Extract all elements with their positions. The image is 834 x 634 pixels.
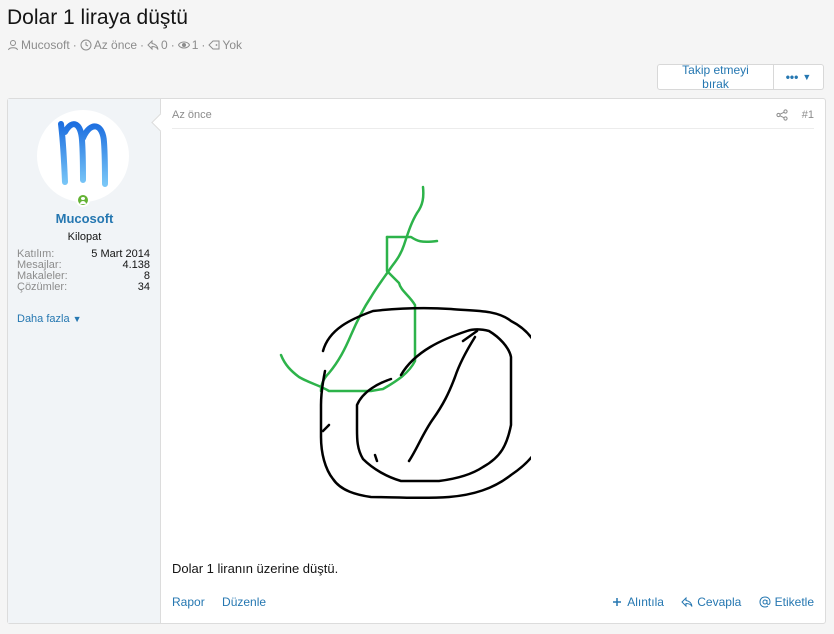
- post-number[interactable]: #1: [802, 109, 814, 121]
- online-status-icon: [76, 193, 90, 207]
- at-icon: [759, 596, 771, 608]
- post-main: Az önce #1 Dolar 1 liranın üzerine düştü…: [161, 99, 825, 623]
- thread-meta: Mucosoft · Az önce · 0 · 1 · Yok: [7, 38, 242, 52]
- reply-icon: [681, 596, 693, 608]
- user-icon: [8, 40, 18, 51]
- avatar[interactable]: [37, 110, 129, 202]
- caret-down-icon: ▼: [802, 72, 812, 82]
- hand-drawing-image: [279, 185, 531, 500]
- reply-icon: [147, 39, 159, 51]
- avatar-m-icon: [58, 121, 108, 187]
- more-options-button[interactable]: ••• ▼: [774, 64, 824, 90]
- user-more-link[interactable]: Daha fazla ▼: [17, 313, 82, 325]
- user-title: Kilopat: [67, 231, 102, 243]
- report-link[interactable]: Rapor: [172, 595, 205, 609]
- post-header: Az önce #1: [172, 109, 814, 129]
- caret-down-icon: ▼: [72, 314, 82, 324]
- quote-link[interactable]: Alıntıla: [611, 595, 664, 609]
- post-time[interactable]: Az önce: [172, 109, 212, 121]
- post-body: Dolar 1 liranın üzerine düştü.: [172, 561, 339, 576]
- clock-icon: [80, 39, 92, 51]
- page-title: Dolar 1 liraya düştü: [7, 6, 188, 29]
- stat-solutions: Çözümler: 34: [17, 281, 150, 293]
- meta-views: 1: [177, 38, 198, 52]
- thread-actions: Takip etmeyi bırak ••• ▼: [657, 63, 824, 91]
- eye-icon: [177, 41, 190, 49]
- user-stats: Katılım: 5 Mart 2014 Mesajlar: 4.138 Mak…: [17, 249, 150, 293]
- edit-link[interactable]: Düzenle: [222, 595, 266, 609]
- post-footer: Rapor Düzenle Alıntıla Cevapla Etiketle: [172, 595, 814, 611]
- mention-link[interactable]: Etiketle: [759, 595, 814, 609]
- post-container: Mucosoft Kilopat Katılım: 5 Mart 2014 Me…: [7, 98, 826, 624]
- share-icon[interactable]: [776, 109, 788, 121]
- tag-icon: [208, 40, 220, 50]
- meta-tags: Yok: [208, 38, 242, 52]
- username-link[interactable]: Mucosoft: [8, 211, 161, 226]
- meta-time[interactable]: Az önce: [80, 38, 137, 52]
- plus-icon: [613, 598, 622, 606]
- unfollow-button[interactable]: Takip etmeyi bırak: [657, 63, 774, 91]
- reply-link[interactable]: Cevapla: [681, 595, 741, 609]
- meta-replies: 0: [147, 38, 168, 52]
- meta-author[interactable]: Mucosoft: [7, 38, 70, 52]
- user-cell: Mucosoft Kilopat Katılım: 5 Mart 2014 Me…: [8, 99, 161, 623]
